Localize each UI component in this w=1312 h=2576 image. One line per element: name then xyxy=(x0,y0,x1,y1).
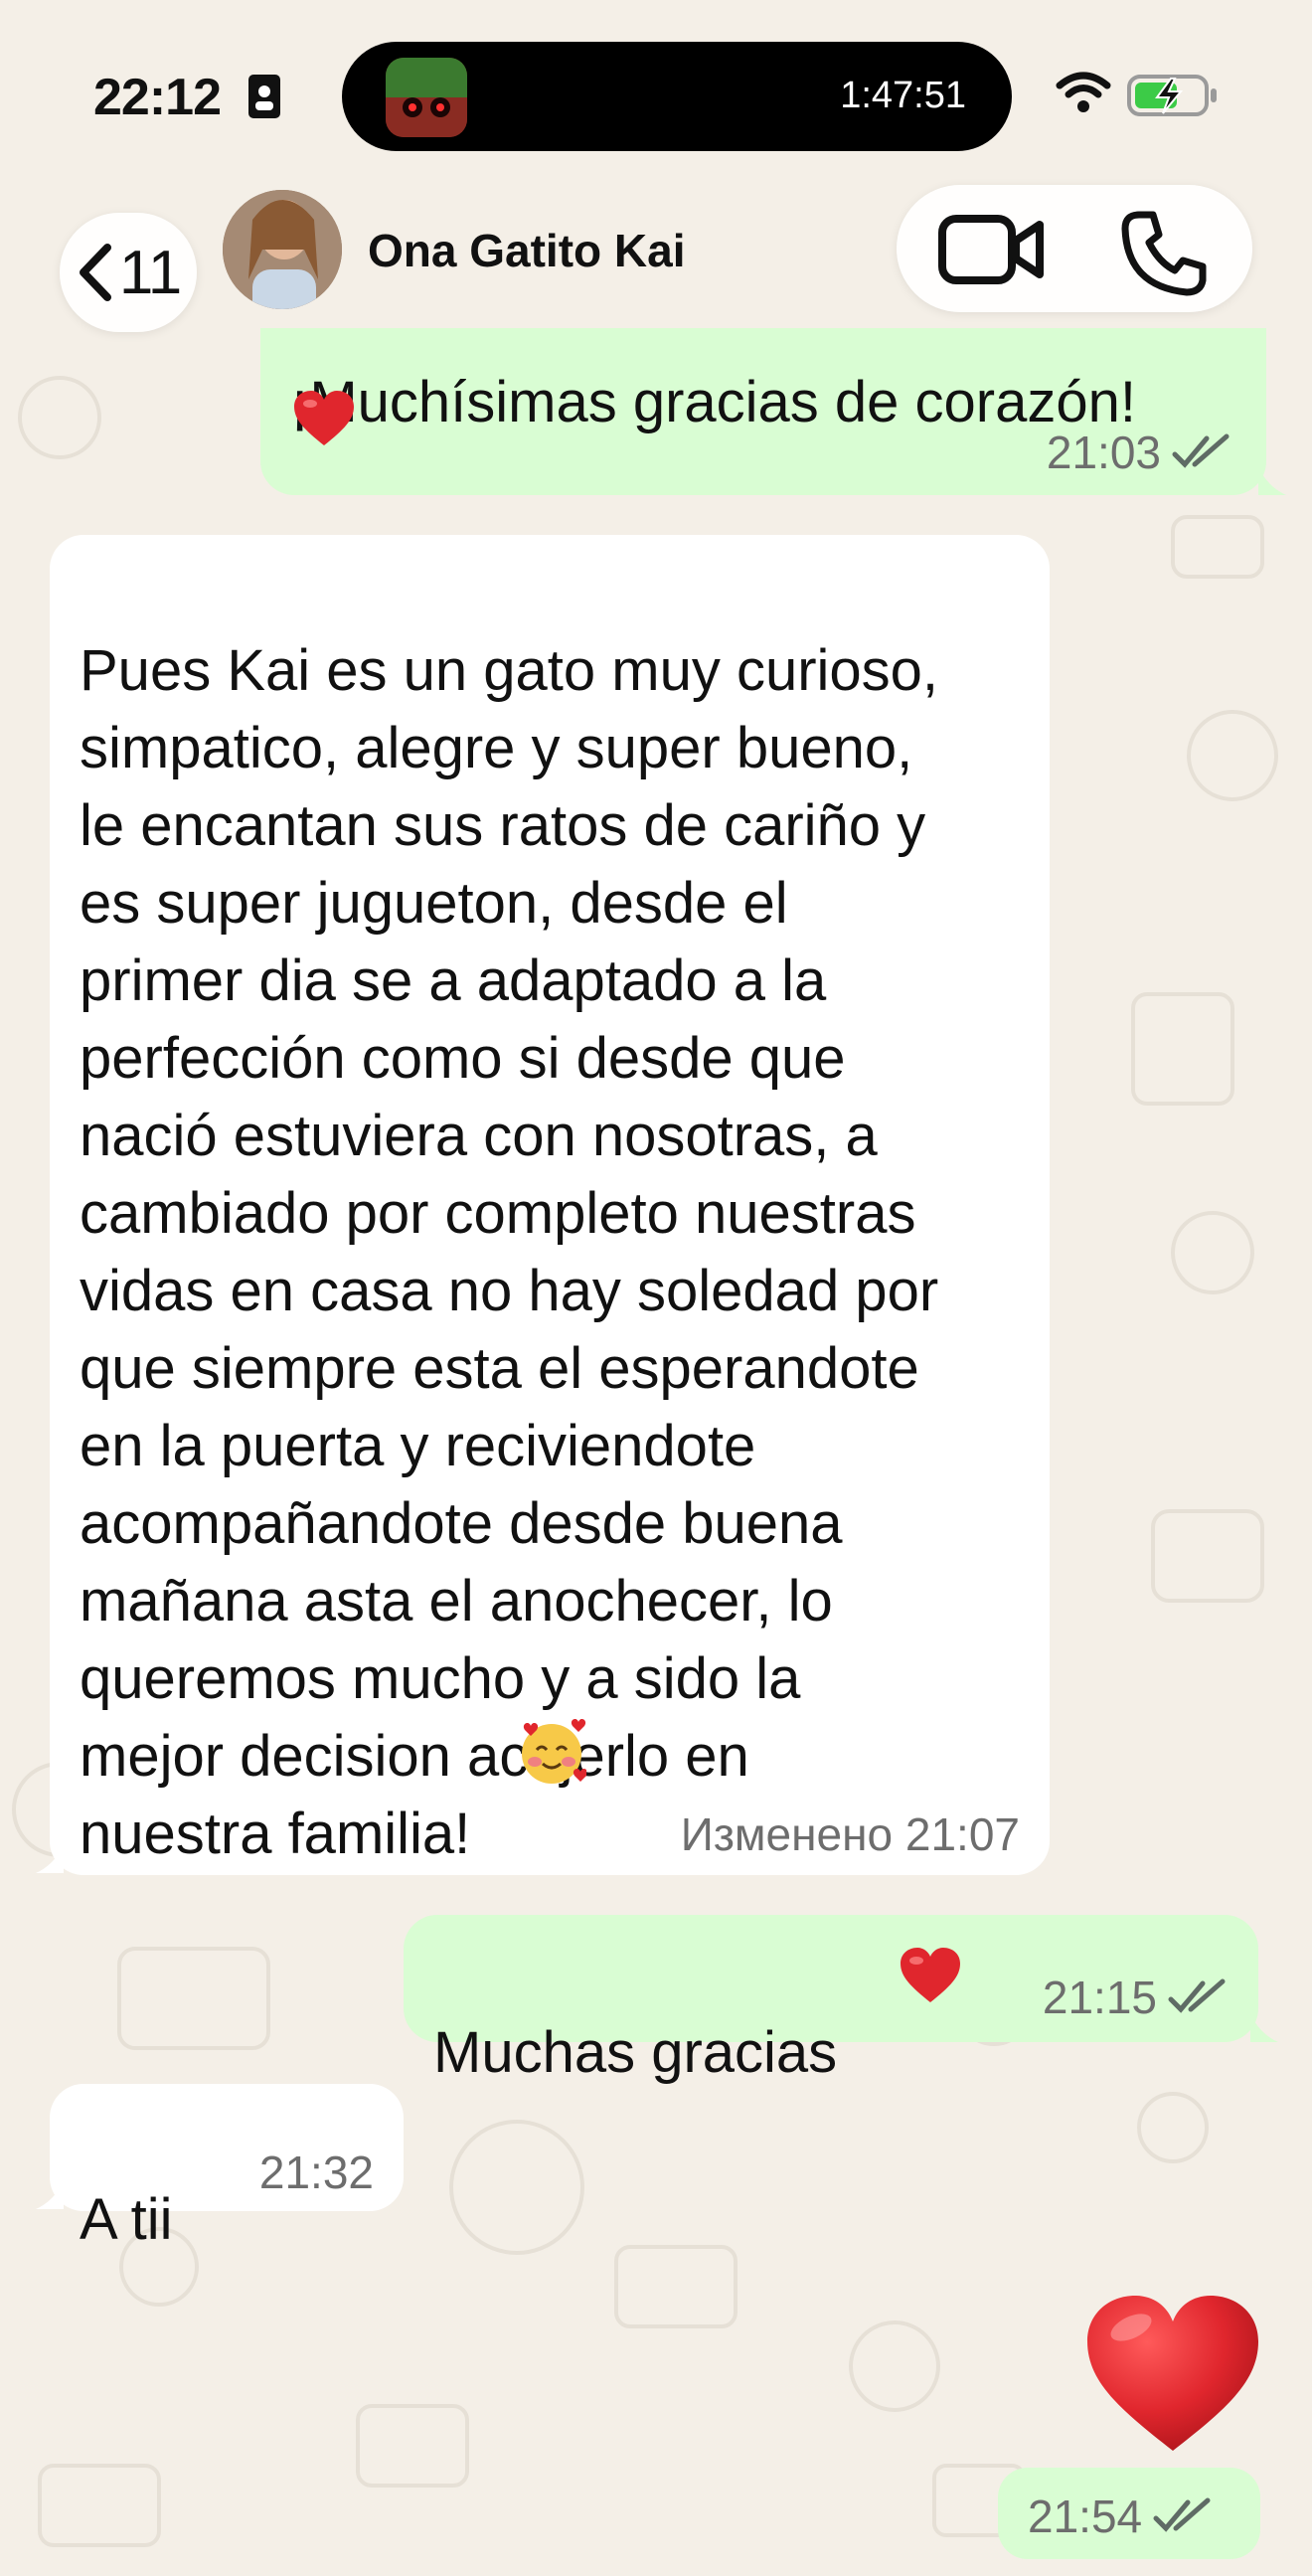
contact-card-icon xyxy=(248,75,280,118)
message-outgoing-meta[interactable]: 21:54 xyxy=(998,2468,1260,2559)
status-time: 22:12 xyxy=(93,69,222,126)
bubble-tail xyxy=(36,1845,64,1873)
back-button[interactable]: 11 xyxy=(60,213,197,332)
phone-call-icon[interactable] xyxy=(1121,209,1209,296)
double-check-read-icon xyxy=(1153,2497,1211,2532)
unread-count: 11 xyxy=(118,238,182,307)
red-heart-emoji-large[interactable] xyxy=(1083,2292,1262,2457)
message-text: ¡Muchísimas gracias de corazón! xyxy=(290,370,1136,434)
chat-header: 11 Ona Gatito Kai xyxy=(0,169,1312,332)
red-heart-emoji xyxy=(901,1948,960,2002)
bubble-tail xyxy=(36,2181,64,2209)
contact-name[interactable]: Ona Gatito Kai xyxy=(368,224,685,277)
message-meta: Изменено 21:07 xyxy=(680,1808,1020,1860)
message-meta: 21:15 xyxy=(1043,1971,1229,2024)
bubble-tail xyxy=(1250,2014,1278,2042)
wifi-icon xyxy=(1056,72,1111,112)
message-incoming[interactable]: Pues Kai es un gato muy curioso, simpati… xyxy=(50,535,1050,1875)
video-call-icon[interactable] xyxy=(938,211,1046,288)
message-text: Pues Kai es un gato muy curioso, simpati… xyxy=(80,638,939,1866)
double-check-read-icon xyxy=(1172,433,1230,468)
message-meta: 21:03 xyxy=(1047,426,1232,479)
contact-avatar[interactable] xyxy=(223,190,342,309)
double-check-read-icon xyxy=(1168,1978,1226,2013)
chevron-left-icon xyxy=(79,244,111,301)
status-bar: 22:12 1:47:51 xyxy=(0,0,1312,169)
bubble-tail xyxy=(1258,467,1286,495)
message-text: Muchas gracias xyxy=(433,2020,838,2085)
message-incoming[interactable]: A tii 21:32 xyxy=(50,2084,404,2252)
message-outgoing[interactable]: Muchas gracias 21:15 xyxy=(404,1915,1258,2085)
app-activity-icon xyxy=(386,58,467,137)
message-meta: 21:32 xyxy=(258,2147,374,2198)
message-outgoing[interactable]: ¡Muchísimas gracias de corazón! 21:03 xyxy=(260,328,1266,495)
call-actions xyxy=(897,185,1252,312)
dynamic-island[interactable]: 1:47:51 xyxy=(342,42,1012,151)
message-meta: 21:54 xyxy=(1028,2490,1214,2543)
smiling-face-with-hearts-emoji xyxy=(522,1719,586,1784)
battery-charging-icon xyxy=(1127,75,1217,116)
message-text: A tii xyxy=(80,2187,173,2252)
red-heart-emoji xyxy=(294,391,354,445)
activity-timer: 1:47:51 xyxy=(840,75,966,116)
